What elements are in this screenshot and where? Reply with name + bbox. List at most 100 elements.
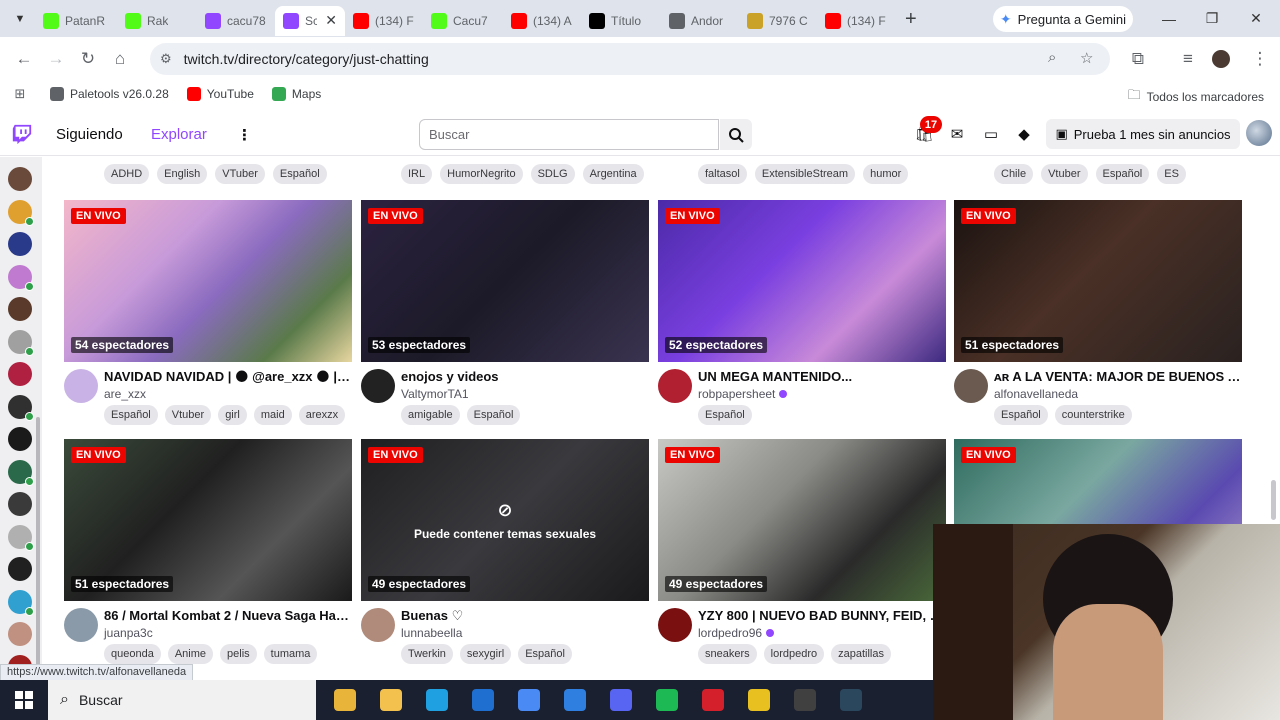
channel-name[interactable]: robpapersheet (698, 387, 788, 401)
chrome-icon[interactable] (322, 680, 368, 720)
stream-tag[interactable]: IRL (401, 164, 433, 184)
inbox-icon[interactable]: ✉ (947, 124, 967, 144)
windows-start-icon[interactable] (0, 680, 48, 720)
followed-channel-avatar[interactable] (8, 167, 32, 191)
browser-tab[interactable]: PatanR (35, 6, 117, 36)
channel-name[interactable]: alfonavellaneda (994, 387, 1078, 401)
channel-avatar[interactable] (658, 369, 692, 403)
stream-tag[interactable]: tumama (263, 644, 318, 664)
taskbar-search-input[interactable]: ⌕ Buscar (48, 680, 316, 720)
stream-thumbnail[interactable]: EN VIVO 51 espectadores (954, 200, 1242, 362)
stream-tag[interactable]: Español (272, 164, 327, 184)
stream-tag[interactable]: Español (104, 405, 158, 425)
browser-tab[interactable]: (134) A (503, 6, 581, 36)
stream-tag[interactable]: zapatillas (831, 644, 891, 664)
followed-channel-avatar[interactable] (8, 589, 34, 616)
extensions-icon[interactable]: ⧉ (1122, 43, 1154, 75)
forward-icon[interactable]: → (40, 43, 72, 75)
stream-tag[interactable]: Anime (167, 644, 214, 664)
bookmark-item[interactable]: Maps (271, 87, 321, 101)
followed-channel-avatar[interactable] (8, 622, 32, 646)
channel-name[interactable]: juanpa3c (104, 626, 153, 640)
stream-card[interactable]: EN VIVO ⊘ Puede contener temas sexuales 49 … (361, 439, 649, 669)
zoom-icon[interactable]: ⌕ (1048, 49, 1056, 66)
stream-tag[interactable]: ExtensibleStream (754, 164, 856, 184)
followed-channel-avatar[interactable] (8, 427, 32, 451)
apps-grid-icon[interactable]: ⊞ (8, 78, 32, 110)
stream-thumbnail[interactable]: EN VIVO ⊘ Puede contener temas sexuales 49 … (361, 439, 649, 601)
twitch-logo-icon[interactable] (11, 123, 33, 145)
stream-tag[interactable]: ADHD (104, 164, 150, 184)
url-text[interactable]: twitch.tv/directory/category/just-chatti… (184, 51, 429, 67)
stream-thumbnail[interactable]: EN VIVO 52 espectadores (658, 200, 946, 362)
reload-icon[interactable]: ↻ (72, 43, 104, 75)
stream-tag[interactable]: Español (518, 644, 572, 664)
followed-channel-avatar[interactable] (8, 492, 32, 516)
bookmark-star-icon[interactable]: ☆ (1080, 49, 1093, 67)
stream-tag[interactable]: Vtuber (1041, 164, 1088, 184)
close-tab-icon[interactable]: ✕ (325, 12, 337, 29)
browser-tab[interactable]: (134) F (345, 6, 423, 36)
app-yellow-icon[interactable] (736, 680, 782, 720)
followed-channel-avatar[interactable] (8, 524, 34, 551)
stream-tag[interactable]: VTuber (215, 164, 265, 184)
stream-title[interactable]: YZY 800 | NUEVO BAD BUNNY, FEID, KIT... (698, 608, 946, 623)
new-tab-icon[interactable]: + (905, 8, 917, 31)
browser-tab[interactable]: (134) F (817, 6, 895, 36)
followed-channel-avatar[interactable] (8, 199, 34, 226)
nav-browse-link[interactable]: Explorar (151, 126, 207, 143)
channel-avatar[interactable] (64, 608, 98, 642)
stream-card[interactable]: EN VIVO 51 espectadores 86 / Mortal Kombat… (64, 439, 352, 669)
followed-channel-avatar[interactable] (8, 297, 32, 321)
media-icon[interactable]: ≡ (1172, 43, 1204, 75)
stream-thumbnail[interactable]: EN VIVO 53 espectadores (361, 200, 649, 362)
bookmark-item[interactable]: Paletools v26.0.28 (50, 87, 169, 101)
followed-channel-avatar[interactable] (8, 329, 34, 356)
sidebar-scrollbar[interactable] (36, 417, 40, 680)
stream-tag[interactable]: Twerkin (401, 644, 453, 664)
home-icon[interactable]: ⌂ (104, 43, 136, 75)
channel-name[interactable]: lordpedro96 (698, 626, 775, 640)
channel-avatar[interactable] (64, 369, 98, 403)
discord-icon[interactable] (598, 680, 644, 720)
stream-tag[interactable]: Español (1095, 164, 1150, 184)
channel-name[interactable]: ValtymorTA1 (401, 387, 469, 401)
browser-tab[interactable]: 7976 C (739, 6, 817, 36)
address-bar[interactable]: ⚙ twitch.tv/directory/category/just-chat… (150, 43, 1110, 75)
channel-name[interactable]: are_xzx (104, 387, 146, 401)
stream-tag[interactable]: English (157, 164, 208, 184)
stream-tag[interactable]: girl (218, 405, 247, 425)
browser-tab[interactable]: Rak (117, 6, 197, 36)
browser-tab[interactable]: Andor (661, 6, 739, 36)
stream-tag[interactable]: faltasol (698, 164, 747, 184)
stream-tag[interactable]: Chile (994, 164, 1034, 184)
restore-icon[interactable]: ❐ (1190, 0, 1234, 37)
stream-tag[interactable]: Español (698, 405, 752, 425)
stream-tag[interactable]: Español (466, 405, 521, 425)
followed-channel-avatar[interactable] (8, 362, 32, 386)
browser-tab[interactable]: Título (581, 6, 661, 36)
stream-card[interactable]: EN VIVO 49 espectadores YZY 800 | NUEVO BA… (658, 439, 946, 669)
stream-tag[interactable]: SDLG (530, 164, 575, 184)
stream-thumbnail[interactable]: EN VIVO 51 espectadores (64, 439, 352, 601)
all-bookmarks[interactable]: 🗀 Todos los marcadores (1128, 86, 1264, 108)
obs-icon[interactable] (782, 680, 828, 720)
stream-thumbnail[interactable]: EN VIVO 49 espectadores (658, 439, 946, 601)
followed-channel-avatar[interactable] (8, 459, 34, 486)
stream-card[interactable]: EN VIVO 53 espectadores enojos y videos Val… (361, 200, 649, 430)
channel-avatar[interactable] (658, 608, 692, 642)
stream-title[interactable]: Buenas ♡ (401, 608, 649, 624)
channel-name[interactable]: lunnabeella (401, 626, 462, 640)
stream-title[interactable]: 86 / Mortal Kombat 2 / Nueva Saga Harry … (104, 608, 352, 623)
store-icon[interactable] (552, 680, 598, 720)
menu-icon[interactable]: ⋮ (1244, 43, 1276, 75)
stream-card[interactable]: EN VIVO 52 espectadores UN MEGA MANTENIDO.… (658, 200, 946, 430)
stream-title[interactable]: NAVIDAD NAVIDAD | 🌑 @are_xzx 🌑 | !re... (104, 369, 352, 385)
edge-icon[interactable] (414, 680, 460, 720)
stream-tag[interactable]: counterstrike (1054, 405, 1132, 425)
spotify-icon[interactable] (644, 680, 690, 720)
stream-card[interactable]: EN VIVO 51 espectadores ᴀʀ A LA VENTA: MAJ… (954, 200, 1242, 430)
nav-following-link[interactable]: Siguiendo (56, 126, 123, 143)
minimize-icon[interactable]: — (1147, 0, 1191, 37)
followed-channel-avatar[interactable] (8, 232, 32, 256)
